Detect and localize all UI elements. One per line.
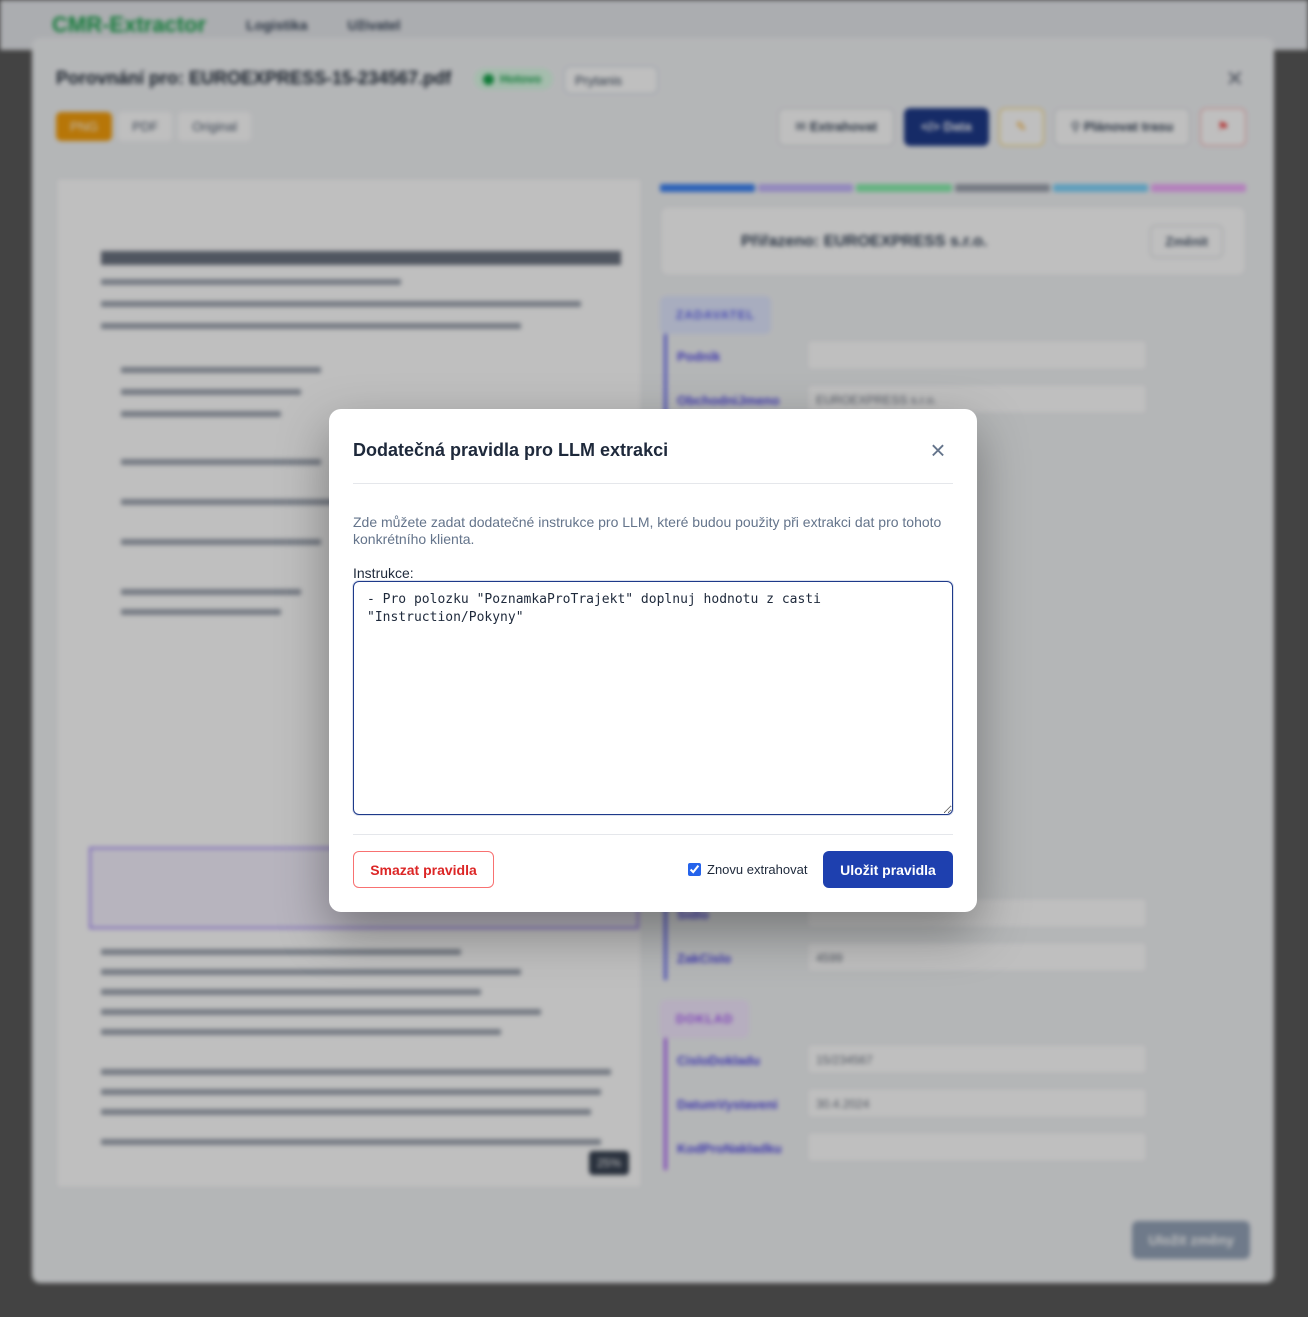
dialog-title: Dodatečná pravidla pro LLM extrakci — [353, 440, 669, 460]
llm-rules-dialog: Dodatečná pravidla pro LLM extrakci × Zd… — [329, 409, 977, 912]
dialog-header: Dodatečná pravidla pro LLM extrakci × — [353, 409, 953, 484]
clear-rules-button[interactable]: Smazat pravidla — [353, 851, 494, 888]
dialog-divider — [353, 834, 953, 835]
reextract-label: Znovu extrahovat — [707, 862, 808, 877]
instructions-label: Instrukce: — [353, 565, 414, 581]
save-rules-button[interactable]: Uložit pravidla — [823, 851, 953, 888]
dialog-description: Zde můžete zadat dodatečné instrukce pro… — [353, 514, 942, 547]
reextract-checkbox[interactable] — [688, 863, 701, 876]
close-icon[interactable]: × — [927, 435, 949, 465]
instructions-textarea[interactable] — [353, 581, 953, 815]
reextract-option[interactable]: Znovu extrahovat — [688, 862, 807, 877]
